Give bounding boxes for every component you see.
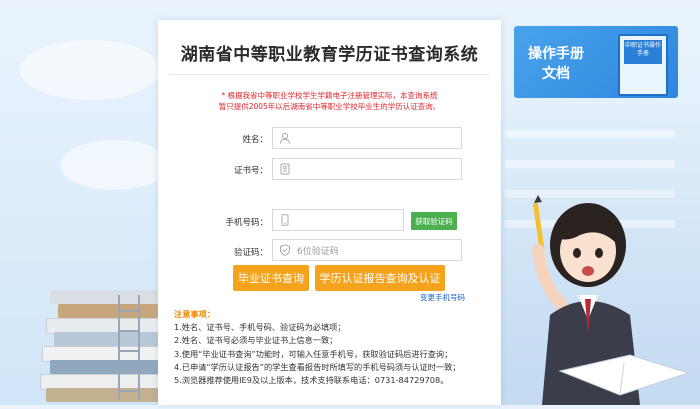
get-sms-code-button[interactable]: 获取验证码 [411, 212, 457, 230]
name-field[interactable] [272, 127, 462, 149]
code-label: 验证码： [233, 248, 268, 258]
manual-title-line-1: 操作手册 [528, 46, 584, 62]
notice-text: * 根据我省中等职业学校学生学籍电子注册管理实际，本查询系统 暂只提供2005年… [158, 90, 501, 112]
manual-cover-text: 中职证书操作手册 [624, 40, 662, 64]
page-title: 湖南省中等职业教育学历证书查询系统 [180, 45, 479, 65]
operation-manual-card[interactable]: 操作手册 文档 中职证书操作手册 [514, 26, 678, 98]
cert-field[interactable] [272, 158, 462, 180]
certificate-search-button[interactable]: 毕业证书查询 [233, 265, 309, 291]
tips-title: 注意事项： [174, 309, 215, 319]
phone-field[interactable] [272, 209, 404, 231]
shield-icon [279, 244, 291, 256]
name-label: 姓名： [242, 135, 268, 145]
tips-section: 注意事项： 1.姓名、证书号、手机号码、验证码为必填项； 2.姓名、证书号必须与… [174, 308, 494, 387]
phone-icon [279, 214, 291, 226]
phone-label: 手机号码： [225, 218, 268, 228]
tips-item: 1.姓名、证书号、手机号码、验证码为必填项； [174, 322, 346, 333]
user-icon [279, 132, 291, 144]
tips-item: 2.姓名、证书号必须与毕业证书上信息一致； [174, 335, 338, 346]
tips-item: 5.浏览器推荐使用IE9及以上版本，技术支持联系电话：0731-84729708… [174, 375, 449, 386]
query-panel: 湖南省中等职业教育学历证书查询系统 * 根据我省中等职业学校学生学籍电子注册管理… [158, 20, 501, 405]
tips-item: 3.使用“毕业证书查询”功能时，可输入任意手机号，获取验证码后进行查询； [174, 348, 453, 359]
background-cloud [60, 140, 170, 190]
background-cloud [20, 40, 160, 100]
notice-line-1: * 根据我省中等职业学校学生学籍电子注册管理实际，本查询系统 [221, 91, 438, 100]
change-phone-link[interactable]: 变更手机号码 [420, 292, 465, 303]
cert-label: 证书号： [233, 166, 268, 176]
manual-title: 操作手册 文档 [528, 44, 584, 84]
student-illustration [520, 195, 695, 405]
title-divider [170, 74, 489, 75]
code-placeholder: 6位验证码 [297, 246, 339, 257]
notice-line-2: 暂只提供2005年以后湖南省中等职业学校毕业生的学历认证查询。 [218, 102, 441, 111]
code-field[interactable]: 6位验证码 [272, 239, 462, 261]
tips-item: 4.已申请“学历认证报告”的学生查看报告时所填写的手机号码须与认证时一致； [174, 361, 461, 372]
manual-book-icon: 中职证书操作手册 [618, 34, 668, 96]
report-query-button[interactable]: 学历认证报告查询及认证 [315, 265, 445, 291]
ladder-illustration [118, 295, 140, 400]
manual-title-line-2: 文档 [542, 66, 570, 82]
id-card-icon [279, 163, 291, 175]
